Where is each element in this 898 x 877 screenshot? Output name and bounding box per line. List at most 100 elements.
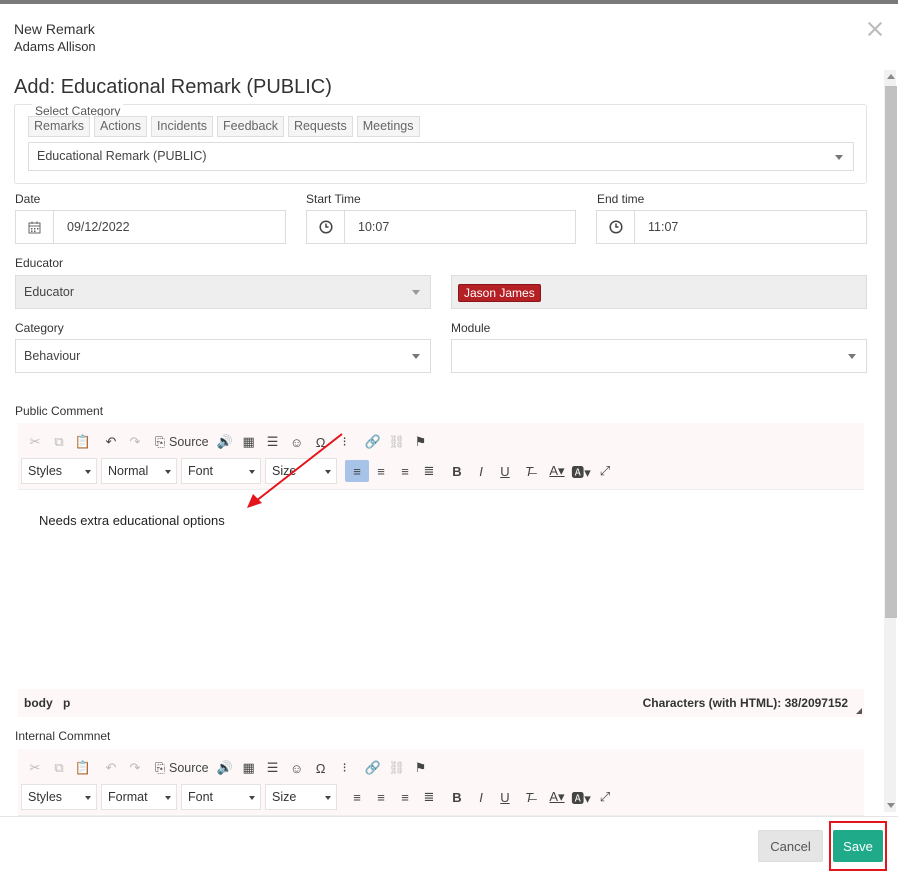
module-select[interactable] bbox=[451, 339, 867, 373]
start-time-field[interactable]: 10:07 bbox=[306, 210, 576, 244]
unlink-icon[interactable]: ⛓ bbox=[385, 757, 409, 779]
table-icon[interactable]: ▦ bbox=[237, 757, 261, 779]
align-right-icon[interactable]: ≡ bbox=[393, 786, 417, 808]
link-icon[interactable]: 🔗 bbox=[361, 757, 385, 779]
page-break-icon[interactable]: ⁝ bbox=[333, 431, 357, 453]
format-combo[interactable]: Normal bbox=[101, 458, 177, 484]
date-field[interactable]: 09/12/2022 bbox=[15, 210, 286, 244]
table-icon[interactable]: ▦ bbox=[237, 431, 261, 453]
text-color-icon[interactable]: A▾ bbox=[545, 460, 569, 482]
paste-icon[interactable]: 📋 bbox=[71, 757, 95, 779]
public-comment-text[interactable]: Needs extra educational options bbox=[39, 513, 225, 528]
tab-requests[interactable]: Requests bbox=[287, 116, 353, 137]
internal-comment-editor[interactable]: ✂ ⧉ 📋 ↶ ↷ ⎘ Source 🔊 ▦ ☰ ☺ Ω ⁝ 🔗 ⛓ ⚑ Styl… bbox=[18, 749, 864, 816]
text-color-icon[interactable]: A▾ bbox=[545, 786, 569, 808]
paste-icon[interactable]: 📋 bbox=[71, 431, 95, 453]
page-break-icon[interactable]: ⁝ bbox=[333, 757, 357, 779]
clock-icon[interactable] bbox=[307, 211, 345, 243]
align-left-icon[interactable]: ≡ bbox=[345, 460, 369, 482]
align-center-icon[interactable]: ≡ bbox=[369, 460, 393, 482]
align-left-icon[interactable]: ≡ bbox=[345, 786, 369, 808]
format-label: Format bbox=[108, 790, 148, 804]
horizontal-rule-icon[interactable]: ☰ bbox=[261, 431, 285, 453]
calendar-icon[interactable] bbox=[16, 211, 54, 243]
anchor-flag-icon[interactable]: ⚑ bbox=[409, 757, 433, 779]
category-select[interactable]: Behaviour bbox=[15, 339, 431, 373]
date-label: Date bbox=[15, 192, 41, 206]
clock-icon[interactable] bbox=[597, 211, 635, 243]
font-combo[interactable]: Font bbox=[181, 458, 261, 484]
justify-icon[interactable]: ≣ bbox=[417, 460, 441, 482]
remark-type-select[interactable]: Educational Remark (PUBLIC) bbox=[28, 142, 854, 171]
tab-feedback[interactable]: Feedback bbox=[217, 116, 284, 137]
bg-color-icon[interactable]: 🅰▾ bbox=[569, 786, 593, 808]
chevron-down-icon bbox=[249, 470, 255, 474]
educator-tags[interactable]: Jason James bbox=[451, 275, 867, 309]
path-p[interactable]: p bbox=[63, 696, 70, 710]
scroll-down-icon[interactable] bbox=[887, 803, 895, 808]
scrollbar-thumb[interactable] bbox=[885, 86, 897, 618]
chevron-down-icon bbox=[848, 354, 856, 359]
anchor-flag-icon[interactable]: ⚑ bbox=[409, 431, 433, 453]
underline-icon[interactable]: U bbox=[493, 460, 517, 482]
bg-color-icon[interactable]: 🅰▾ bbox=[569, 460, 593, 482]
source-label: Source bbox=[169, 761, 209, 775]
public-comment-editor[interactable]: ✂ ⧉ 📋 ↶ ↷ ⎘ Source 🔊 ▦ ☰ ☺ Ω ⁝ 🔗 ⛓ ⚑ Styl… bbox=[18, 423, 864, 717]
font-combo[interactable]: Font bbox=[181, 784, 261, 810]
smiley-icon[interactable]: ☺ bbox=[285, 757, 309, 779]
source-button[interactable]: ⎘ Source bbox=[151, 757, 213, 779]
cancel-button[interactable]: Cancel bbox=[758, 830, 823, 862]
scroll-up-icon[interactable] bbox=[887, 74, 895, 79]
chevron-down-icon bbox=[85, 470, 91, 474]
unlink-icon[interactable]: ⛓ bbox=[385, 431, 409, 453]
tab-meetings[interactable]: Meetings bbox=[356, 116, 420, 137]
horizontal-rule-icon[interactable]: ☰ bbox=[261, 757, 285, 779]
redo-icon[interactable]: ↷ bbox=[123, 431, 147, 453]
educator-tag[interactable]: Jason James bbox=[458, 284, 541, 302]
bold-icon[interactable]: B bbox=[445, 786, 469, 808]
maximize-icon[interactable]: ⤢ bbox=[593, 786, 617, 808]
end-time-field[interactable]: 11:07 bbox=[596, 210, 867, 244]
format-combo[interactable]: Format bbox=[101, 784, 177, 810]
copy-icon[interactable]: ⧉ bbox=[47, 757, 71, 779]
end-time-value: 11:07 bbox=[648, 220, 679, 234]
styles-combo[interactable]: Styles bbox=[21, 458, 97, 484]
tab-actions[interactable]: Actions bbox=[94, 116, 148, 137]
link-icon[interactable]: 🔗 bbox=[361, 431, 385, 453]
educator-select[interactable]: Educator bbox=[15, 275, 431, 309]
remove-format-icon[interactable]: T̶ bbox=[517, 460, 541, 482]
smiley-icon[interactable]: ☺ bbox=[285, 431, 309, 453]
chevron-down-icon bbox=[835, 154, 843, 160]
modal-title: New Remark bbox=[14, 21, 95, 37]
align-right-icon[interactable]: ≡ bbox=[393, 460, 417, 482]
styles-combo[interactable]: Styles bbox=[21, 784, 97, 810]
undo-icon[interactable]: ↶ bbox=[99, 757, 123, 779]
vertical-scrollbar[interactable] bbox=[884, 70, 897, 812]
tab-remarks[interactable]: Remarks bbox=[28, 116, 91, 137]
resize-grip-icon[interactable] bbox=[856, 708, 862, 714]
remove-format-icon[interactable]: T̶ bbox=[517, 786, 541, 808]
close-icon[interactable] bbox=[866, 20, 884, 38]
cut-icon[interactable]: ✂ bbox=[23, 757, 47, 779]
special-char-icon[interactable]: Ω bbox=[309, 431, 333, 453]
source-button[interactable]: ⎘ Source bbox=[151, 431, 213, 453]
underline-icon[interactable]: U bbox=[493, 786, 517, 808]
cut-icon[interactable]: ✂ bbox=[23, 431, 47, 453]
audio-icon[interactable]: 🔊 bbox=[213, 757, 237, 779]
size-combo[interactable]: Size bbox=[265, 784, 337, 810]
italic-icon[interactable]: I bbox=[469, 460, 493, 482]
tab-incidents[interactable]: Incidents bbox=[151, 116, 214, 137]
italic-icon[interactable]: I bbox=[469, 786, 493, 808]
special-char-icon[interactable]: Ω bbox=[309, 757, 333, 779]
bold-icon[interactable]: B bbox=[445, 460, 469, 482]
align-center-icon[interactable]: ≡ bbox=[369, 786, 393, 808]
redo-icon[interactable]: ↷ bbox=[123, 757, 147, 779]
copy-icon[interactable]: ⧉ bbox=[47, 431, 71, 453]
audio-icon[interactable]: 🔊 bbox=[213, 431, 237, 453]
save-button[interactable]: Save bbox=[833, 830, 883, 862]
size-combo[interactable]: Size bbox=[265, 458, 337, 484]
undo-icon[interactable]: ↶ bbox=[99, 431, 123, 453]
justify-icon[interactable]: ≣ bbox=[417, 786, 441, 808]
path-body[interactable]: body bbox=[24, 696, 53, 710]
maximize-icon[interactable]: ⤢ bbox=[593, 460, 617, 482]
